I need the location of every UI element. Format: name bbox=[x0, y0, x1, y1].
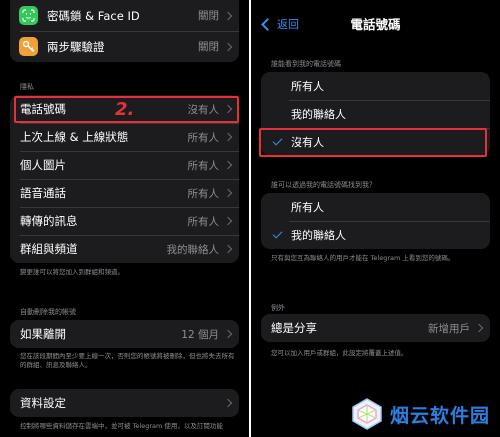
row-label: 如果離開 bbox=[20, 327, 66, 341]
phone-number-panel: 返回 電話號碼 誰能看到我的電話號碼 所有人 我的聯絡人 沒有人 誰可以透過我的… bbox=[251, 0, 500, 437]
security-group: 密碼鎖 & Face ID 關閉 兩步驟驗證 關閉 bbox=[10, 0, 239, 62]
profile-photo-row[interactable]: 個人圖片 所有人 bbox=[10, 151, 239, 179]
two-step-verification-row[interactable]: 兩步驟驗證 關閉 bbox=[10, 31, 239, 62]
row-label: 兩步驟驗證 bbox=[47, 39, 105, 54]
option-label: 所有人 bbox=[291, 201, 324, 214]
step-number-label: 2. bbox=[115, 99, 135, 120]
option-label: 我的聯絡人 bbox=[291, 108, 346, 121]
chevron-right-icon bbox=[223, 42, 233, 51]
watermark: 烟云软件园 bbox=[350, 397, 490, 431]
chevron-right-icon bbox=[474, 323, 484, 333]
option-label: 所有人 bbox=[291, 80, 324, 93]
passcode-face-id-row[interactable]: 密碼鎖 & Face ID 關閉 bbox=[10, 0, 239, 31]
auto-delete-section-header: 自動刪除我的帳號 bbox=[20, 308, 76, 316]
data-settings-footnote: 控制將哪些資料儲存在雲端中，並可被 Telegram 使用，以及訂閱功能 bbox=[20, 422, 223, 430]
row-value: 所有人 bbox=[187, 131, 220, 144]
who-finds-group: 所有人 我的聯絡人 bbox=[261, 193, 490, 249]
last-seen-row[interactable]: 上次上線 & 上線狀態 所有人 bbox=[10, 123, 239, 151]
chevron-right-icon bbox=[223, 216, 233, 226]
row-label: 語音通話 bbox=[20, 186, 66, 200]
row-label: 上次上線 & 上線狀態 bbox=[20, 130, 129, 144]
privacy-settings-panel: 密碼鎖 & Face ID 關閉 兩步驟驗證 關閉 隱私 電話號碼 沒有人 上次… bbox=[0, 0, 249, 437]
exceptions-footnote: 您可以加入用戶或群組，此設定將覆蓋上述值。 bbox=[271, 349, 408, 357]
chevron-right-icon bbox=[223, 188, 233, 198]
who-finds-footnote: 只有與您互為聯絡人的用戶才能在 Telegram 上看到您的號碼。 bbox=[271, 254, 455, 262]
who-finds-header: 誰可以透過我的電話號碼找到我？ bbox=[271, 181, 376, 189]
nobody-option-highlight bbox=[259, 128, 487, 157]
groups-channels-row[interactable]: 群組與頻道 我的聯絡人 bbox=[10, 235, 239, 263]
row-value: 所有人 bbox=[187, 159, 220, 172]
row-label: 資料設定 bbox=[20, 396, 66, 410]
chevron-right-icon bbox=[223, 244, 233, 254]
option-everybody[interactable]: 所有人 bbox=[261, 72, 490, 100]
chevron-right-icon bbox=[223, 398, 233, 408]
row-label: 轉傳的訊息 bbox=[20, 214, 78, 228]
exceptions-header: 例外 bbox=[271, 304, 285, 312]
key-icon bbox=[19, 37, 38, 56]
row-label: 總是分享 bbox=[271, 321, 317, 335]
always-share-row[interactable]: 總是分享 新增用戶 bbox=[261, 314, 490, 342]
auto-delete-footnote: 您在該段期間內至少要上線一次，否則您的帳號將被刪除，但也將失去所有的群組、訊息及… bbox=[20, 352, 235, 369]
row-label: 群組與頻道 bbox=[20, 242, 78, 256]
row-value: 所有人 bbox=[187, 187, 220, 200]
chevron-right-icon bbox=[223, 11, 233, 20]
privacy-footnote: 變更誰可以將您加入到群組和頻道。 bbox=[20, 268, 124, 276]
page-title: 電話號碼 bbox=[350, 17, 401, 32]
voice-calls-row[interactable]: 語音通話 所有人 bbox=[10, 179, 239, 207]
forwarded-messages-row[interactable]: 轉傳的訊息 所有人 bbox=[10, 207, 239, 235]
face-id-icon bbox=[19, 6, 38, 25]
row-value: 新增用戶 bbox=[428, 322, 470, 335]
option-my-contacts[interactable]: 我的聯絡人 bbox=[261, 100, 490, 128]
privacy-section-header: 隱私 bbox=[20, 83, 34, 91]
if-away-row[interactable]: 如果離開 12 個月 bbox=[10, 320, 239, 348]
chevron-right-icon bbox=[223, 329, 233, 339]
auto-delete-group: 如果離開 12 個月 bbox=[10, 320, 239, 348]
watermark-logo-icon bbox=[352, 398, 382, 430]
chevron-right-icon bbox=[223, 160, 233, 170]
watermark-text: 烟云软件园 bbox=[389, 404, 490, 427]
data-settings-group: 資料設定 bbox=[10, 389, 239, 417]
row-value: 關閉 bbox=[198, 10, 219, 22]
row-label: 個人圖片 bbox=[20, 158, 66, 172]
checkmark-icon bbox=[272, 228, 283, 239]
row-label: 密碼鎖 & Face ID bbox=[47, 8, 140, 23]
row-value: 12 個月 bbox=[181, 328, 219, 341]
option-my-contacts[interactable]: 我的聯絡人 bbox=[261, 221, 490, 249]
who-sees-header: 誰能看到我的電話號碼 bbox=[271, 60, 341, 68]
chevron-right-icon bbox=[223, 132, 233, 142]
exceptions-group: 總是分享 新增用戶 bbox=[261, 314, 490, 342]
row-value: 關閉 bbox=[198, 41, 219, 53]
data-settings-row[interactable]: 資料設定 bbox=[10, 389, 239, 417]
row-value: 我的聯絡人 bbox=[166, 243, 220, 256]
row-value: 所有人 bbox=[187, 215, 220, 228]
option-label: 我的聯絡人 bbox=[291, 229, 346, 242]
option-everybody[interactable]: 所有人 bbox=[261, 193, 490, 221]
